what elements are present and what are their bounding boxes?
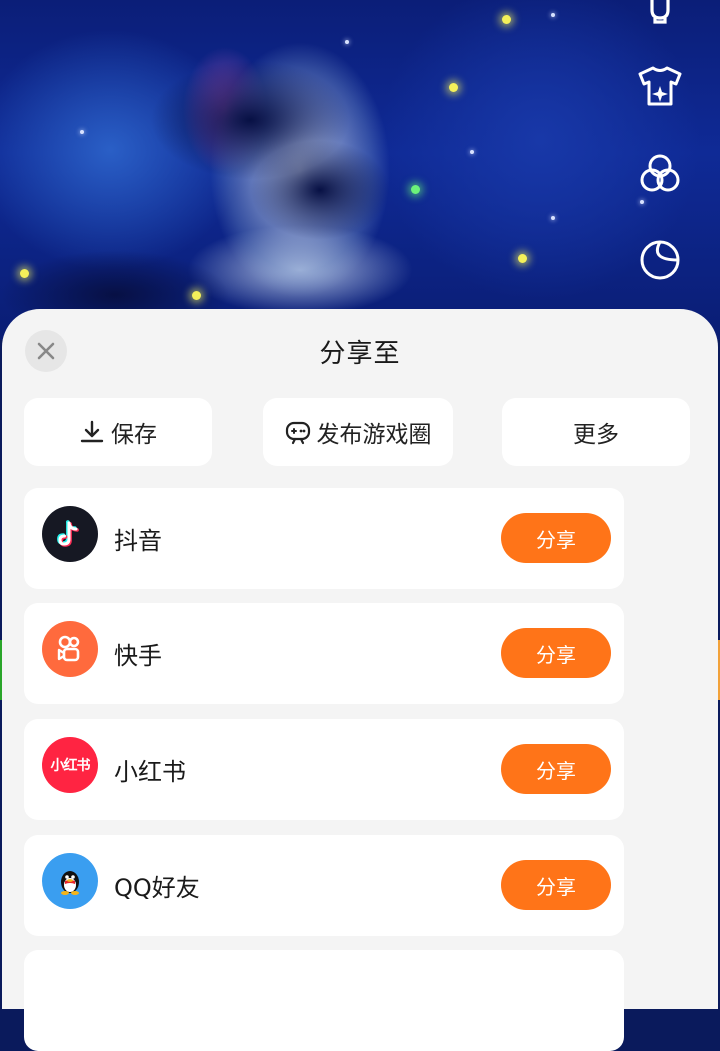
app-name: QQ好友: [114, 874, 200, 902]
qq-logo: [42, 853, 98, 909]
app-name: 快手: [114, 642, 162, 670]
share-row-kuaishou[interactable]: 快手 分享: [24, 603, 624, 704]
download-icon: [79, 419, 105, 445]
share-button[interactable]: 分享: [501, 628, 611, 678]
app-name: 小红书: [114, 758, 186, 786]
moon-icon[interactable]: [636, 236, 684, 284]
background-night-sky: [0, 0, 720, 340]
post-game-circle-label: 发布游戏圈: [316, 422, 432, 448]
xiaohongshu-logo-text: 小红书: [50, 758, 91, 774]
more-button[interactable]: 更多: [502, 398, 690, 466]
tshirt-sparkle-icon[interactable]: [636, 62, 684, 110]
kuaishou-logo: [42, 621, 98, 677]
sheet-title: 分享至: [319, 339, 401, 369]
post-game-circle-button[interactable]: 发布游戏圈: [263, 398, 453, 466]
douyin-logo: [42, 506, 98, 562]
app-name: 抖音: [114, 527, 162, 555]
save-button[interactable]: 保存: [24, 398, 212, 466]
share-row-qq[interactable]: QQ好友 分享: [24, 835, 624, 936]
share-sheet: 分享至 保存 发布游戏圈 更多 抖音 分享 快手 分享 小红书 小红书 分享 Q…: [2, 309, 718, 1051]
xiaohongshu-logo: 小红书: [42, 737, 98, 793]
clothing-icon[interactable]: [636, 0, 684, 32]
color-circles-icon[interactable]: [636, 150, 684, 198]
share-row-xiaohongshu[interactable]: 小红书 小红书 分享: [24, 719, 624, 820]
share-button[interactable]: 分享: [501, 744, 611, 794]
share-button[interactable]: 分享: [501, 860, 611, 910]
save-button-label: 保存: [111, 422, 157, 448]
game-controller-icon: [285, 419, 311, 445]
more-button-label: 更多: [573, 422, 619, 448]
share-button[interactable]: 分享: [501, 513, 611, 563]
share-row-partial[interactable]: [24, 950, 624, 1051]
share-row-douyin[interactable]: 抖音 分享: [24, 488, 624, 589]
